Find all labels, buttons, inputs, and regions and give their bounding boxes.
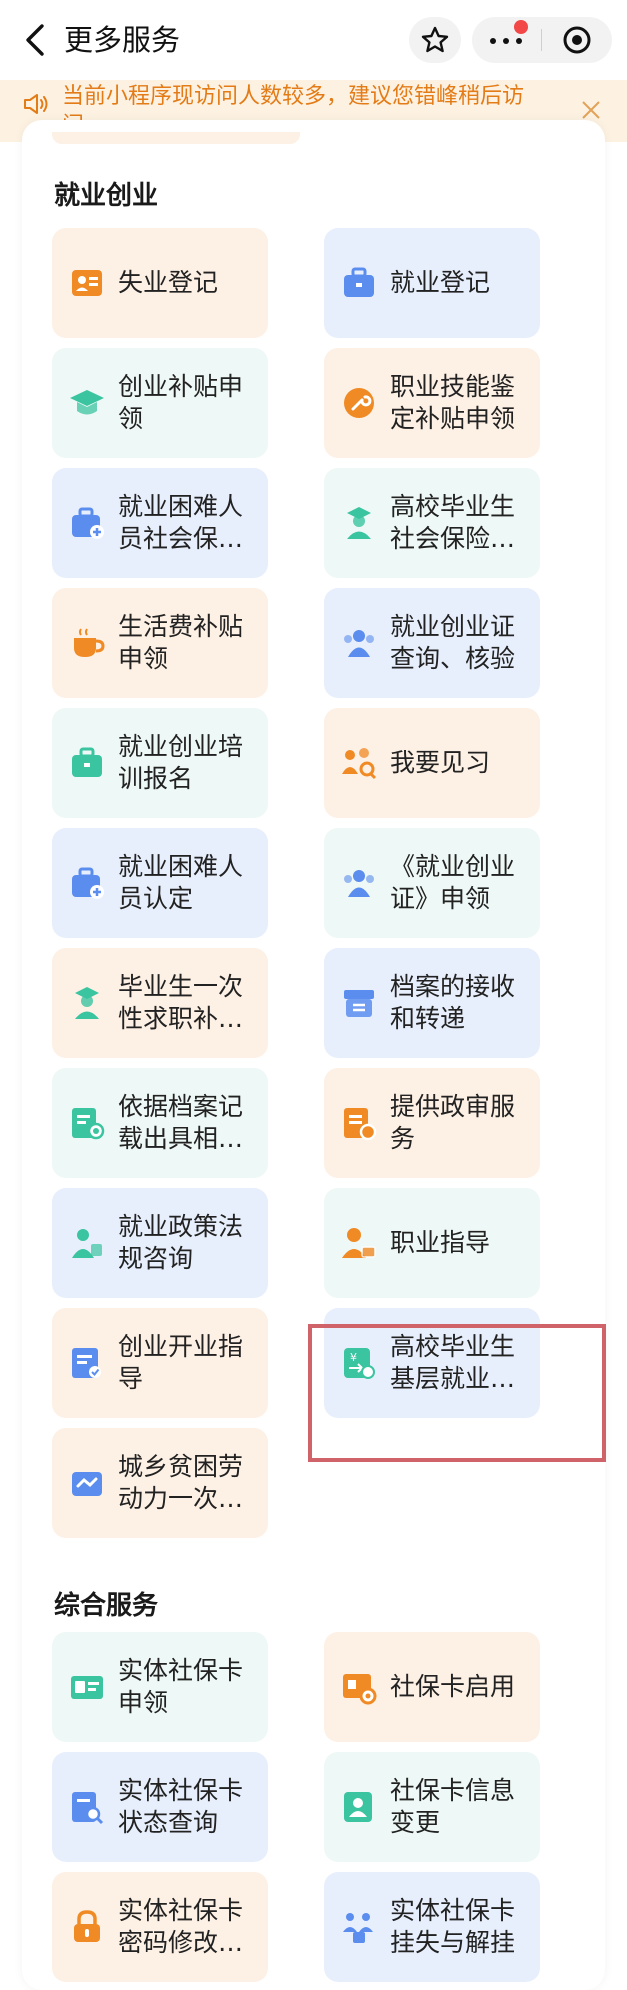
service-tile[interactable]: 就业困难人员认定 — [52, 828, 268, 938]
service-tile[interactable]: 就业创业证查询、核验 — [324, 588, 540, 698]
social-card-icon — [71, 1676, 103, 1699]
service-tile[interactable]: 就业困难人员社会保险补… — [52, 468, 268, 578]
service-tile-label: 就业困难人员认定 — [118, 852, 244, 913]
service-tile[interactable]: 职业指导 — [324, 1188, 540, 1298]
notification-dot — [514, 20, 528, 34]
handshake-icon — [72, 1472, 102, 1496]
archive-box-icon — [344, 990, 374, 1017]
document-badge-icon — [344, 1108, 377, 1141]
service-tile-label: 实体社保卡挂失与解挂 — [390, 1896, 516, 1957]
mini-program-capsule — [472, 17, 612, 63]
service-tile[interactable]: 失业登记 — [52, 228, 268, 338]
service-tile-label: 失业登记 — [118, 268, 219, 297]
service-tile[interactable]: 创业开业指导 — [52, 1308, 268, 1418]
more-dots-icon — [490, 38, 522, 44]
person-edit-icon — [344, 1792, 372, 1822]
service-tile[interactable]: 毕业生一次性求职补贴申领 — [52, 948, 268, 1058]
person-policy-icon — [72, 1229, 102, 1258]
document-check-icon — [72, 1348, 101, 1378]
service-tile-label: 就业困难人员社会保险补… — [118, 492, 244, 553]
people-lock-icon — [343, 1913, 373, 1943]
chevron-left-icon[interactable] — [18, 20, 54, 60]
service-tile-label: 职业技能鉴定补贴申领 — [390, 372, 516, 433]
service-tile-label: 职业指导 — [390, 1228, 491, 1257]
service-tile-label: 实体社保卡密码修改与重置 — [118, 1896, 244, 1957]
graduation-cap-icon — [70, 390, 104, 415]
favorite-button[interactable] — [409, 17, 461, 63]
close-icon[interactable] — [580, 99, 602, 121]
service-tile[interactable]: 就业登记 — [324, 228, 540, 338]
lock-icon — [74, 1910, 100, 1942]
people-icon — [344, 870, 374, 897]
service-tile-label: 实体社保卡申领 — [118, 1656, 244, 1717]
more-button[interactable] — [472, 17, 541, 63]
service-tile-label: 提供政审服务 — [390, 1092, 516, 1153]
service-tile[interactable]: 提供政审服务 — [324, 1068, 540, 1178]
service-tile-label: 创业开业指导 — [118, 1332, 244, 1393]
service-tile[interactable]: 创业补贴申领 — [52, 348, 268, 458]
service-tile[interactable]: 社保卡信息变更 — [324, 1752, 540, 1862]
service-tile[interactable]: 高校毕业生社会保险补贴… — [324, 468, 540, 578]
service-tile[interactable]: 我要见习 — [324, 708, 540, 818]
certificate-icon — [72, 1108, 105, 1140]
graduate-person-icon — [347, 507, 371, 539]
page-title: 更多服务 — [64, 23, 181, 57]
previous-tile-edge — [52, 132, 300, 144]
service-tile-label: 依据档案记载出具相关证明 — [118, 1092, 244, 1153]
briefcase-icon — [344, 267, 374, 297]
service-tile-label: 实体社保卡状态查询 — [118, 1776, 244, 1837]
speaker-icon — [24, 94, 48, 114]
service-tile-label: 社保卡信息变更 — [390, 1776, 516, 1837]
section-title: 就业创业 — [54, 181, 159, 211]
service-tile[interactable]: 城乡贫困劳动力一次性求… — [52, 1428, 268, 1538]
service-tile-label: 就业创业培训报名 — [118, 732, 244, 793]
service-tile-label: 毕业生一次性求职补贴申领 — [118, 972, 244, 1033]
service-tile-label: 创业补贴申领 — [118, 372, 244, 433]
id-card-icon — [72, 270, 102, 296]
briefcase-icon — [72, 747, 102, 777]
service-tile-label: 档案的接收和转递 — [390, 972, 516, 1033]
service-tile-label: 就业政策法规咨询 — [118, 1212, 244, 1273]
highlight-box — [308, 1324, 606, 1462]
briefcase-plus-icon — [72, 507, 104, 539]
cup-icon — [74, 628, 105, 657]
section-title: 综合服务 — [54, 1591, 159, 1621]
group-search-icon — [342, 748, 377, 780]
service-tile[interactable]: 实体社保卡密码修改与重置 — [52, 1872, 268, 1982]
wrench-icon — [344, 388, 374, 418]
service-tile[interactable]: 《就业创业证》申领 — [324, 828, 540, 938]
target-close-icon — [563, 26, 591, 54]
briefcase-plus-icon — [72, 867, 104, 899]
service-tile[interactable]: 依据档案记载出具相关证明 — [52, 1068, 268, 1178]
service-tile-label: 社保卡启用 — [390, 1672, 516, 1701]
document-search-icon — [72, 1792, 104, 1825]
service-tile[interactable]: 实体社保卡申领 — [52, 1632, 268, 1742]
graduate-person-icon — [75, 987, 99, 1019]
service-tile-label: 就业创业证查询、核验 — [390, 612, 516, 673]
person-card-icon — [342, 1228, 376, 1258]
people-icon — [344, 630, 374, 657]
service-tile[interactable]: 职业技能鉴定补贴申领 — [324, 348, 540, 458]
service-tile-label: 就业登记 — [390, 268, 491, 297]
service-tile-label: 我要见习 — [390, 748, 491, 777]
service-tile[interactable]: 实体社保卡挂失与解挂 — [324, 1872, 540, 1982]
card-gear-icon — [343, 1674, 377, 1705]
service-tile-label: 城乡贫困劳动力一次性求… — [118, 1452, 244, 1513]
service-tile[interactable]: 就业创业培训报名 — [52, 708, 268, 818]
service-tile[interactable]: 生活费补贴申领 — [52, 588, 268, 698]
close-mini-program-button[interactable] — [542, 17, 612, 63]
service-tile-label: 高校毕业生社会保险补贴… — [390, 492, 516, 553]
top-nav-bar: 更多服务 — [0, 0, 627, 80]
service-tile-label: 《就业创业证》申领 — [390, 852, 516, 913]
service-tile-label: 生活费补贴申领 — [118, 612, 244, 673]
service-tile[interactable]: 实体社保卡状态查询 — [52, 1752, 268, 1862]
star-icon — [421, 26, 449, 53]
service-tile[interactable]: 就业政策法规咨询 — [52, 1188, 268, 1298]
service-tile[interactable]: 档案的接收和转递 — [324, 948, 540, 1058]
service-tile[interactable]: 社保卡启用 — [324, 1632, 540, 1742]
